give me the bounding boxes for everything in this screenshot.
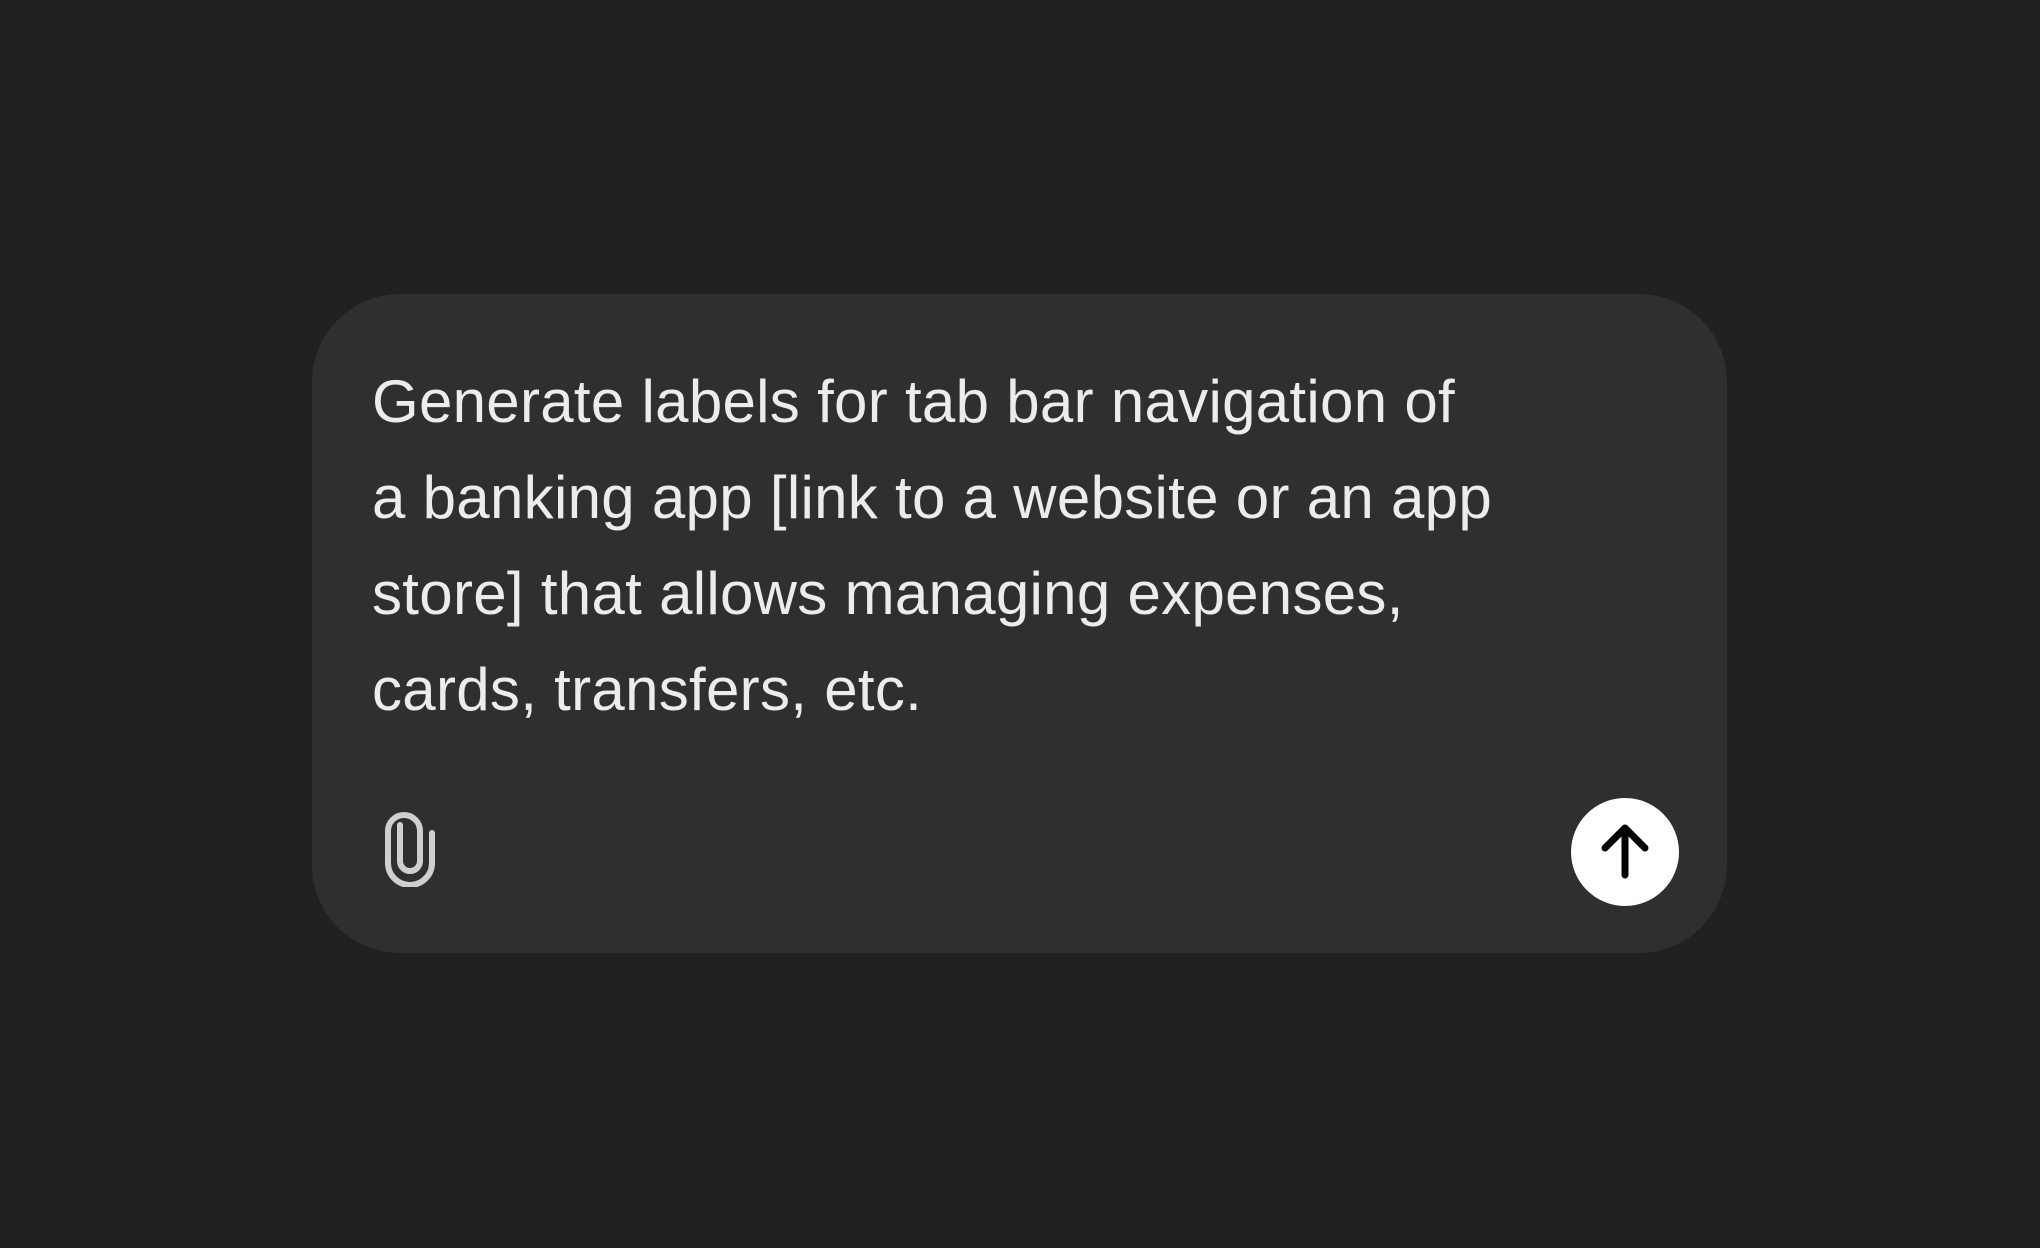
page: Generate labels for tab bar navigation o… <box>0 0 2040 1248</box>
send-button[interactable] <box>1571 798 1679 906</box>
attach-button[interactable] <box>380 811 440 890</box>
arrow-up-icon <box>1599 823 1651 882</box>
prompt-input[interactable]: Generate labels for tab bar navigation o… <box>372 354 1572 738</box>
paperclip-icon <box>382 811 438 890</box>
prompt-composer: Generate labels for tab bar navigation o… <box>312 294 1727 953</box>
